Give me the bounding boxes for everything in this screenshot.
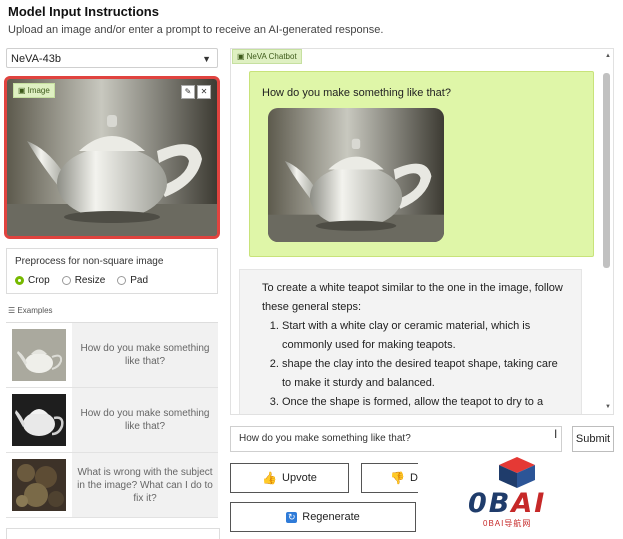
- scrollbar-thumb[interactable]: [603, 73, 610, 268]
- plant-thumbnail: [12, 459, 66, 511]
- edit-icon[interactable]: ✎: [181, 85, 195, 99]
- image-icon: ▣: [18, 86, 26, 95]
- scroll-down-icon[interactable]: ▼: [605, 404, 611, 410]
- page-title: Model Input Instructions: [8, 4, 159, 19]
- bot-step: Start with a white clay or ceramic mater…: [282, 317, 567, 355]
- chatbot-label-tag: ▣ NeVA Chatbot: [232, 49, 302, 64]
- chevron-down-icon: ▼: [202, 54, 211, 64]
- user-message: How do you make something like that?: [249, 71, 594, 257]
- examples-footer: [6, 528, 220, 539]
- watermark-caption: 0BAI导航网: [483, 519, 532, 528]
- radio-crop-indicator[interactable]: [15, 276, 24, 285]
- chat-icon: ▣: [237, 52, 245, 61]
- watermark-logo: 0BAI: [468, 488, 547, 519]
- radio-resize-indicator[interactable]: [61, 276, 71, 285]
- example-prompt[interactable]: What is wrong with the subject in the im…: [72, 453, 218, 517]
- thumbs-down-icon: 👎: [390, 471, 405, 485]
- radio-resize[interactable]: Resize: [61, 275, 105, 286]
- teapot-image: [268, 108, 444, 242]
- regenerate-button[interactable]: ↻ Regenerate: [230, 502, 416, 532]
- refresh-icon: ↻: [286, 511, 298, 523]
- teapot-image: [7, 79, 217, 236]
- example-row[interactable]: How do you make something like that?: [6, 388, 218, 453]
- example-row[interactable]: How do you make something like that?: [6, 323, 218, 388]
- preprocess-label: Preprocess for non-square image: [15, 256, 164, 267]
- thumbs-up-icon: 👍: [262, 471, 278, 485]
- model-select-value: NeVA-43b: [11, 53, 61, 65]
- submit-button[interactable]: Submit: [572, 426, 614, 452]
- upvote-button[interactable]: 👍 Upvote: [230, 463, 349, 493]
- bot-message-intro: To create a white teapot similar to the …: [262, 282, 563, 313]
- prompt-input[interactable]: How do you make something like that?: [230, 426, 562, 452]
- page-subtitle: Upload an image and/or enter a prompt to…: [8, 24, 384, 36]
- scroll-up-icon[interactable]: ▲: [605, 53, 611, 59]
- chatbot-panel: ▣ NeVA Chatbot How do you make something …: [230, 48, 614, 415]
- teapot-thumbnail: [12, 394, 66, 446]
- teapot-thumbnail: [12, 329, 66, 381]
- preprocess-panel: Preprocess for non-square image Crop Res…: [6, 248, 218, 294]
- close-icon[interactable]: ✕: [197, 85, 211, 99]
- example-thumbnail[interactable]: [6, 453, 72, 517]
- bot-step: Once the shape is formed, allow the teap…: [282, 393, 567, 414]
- user-message-text: How do you make something like that?: [262, 87, 451, 99]
- examples-table: How do you make something like that? How…: [6, 322, 218, 518]
- example-prompt[interactable]: How do you make something like that?: [72, 388, 218, 452]
- examples-label: ☰ Examples: [8, 306, 53, 315]
- text-cursor-icon: I: [554, 427, 558, 441]
- bot-step: shape the clay into the desired teapot s…: [282, 355, 567, 393]
- radio-pad-indicator[interactable]: [117, 276, 127, 285]
- example-thumbnail[interactable]: [6, 323, 72, 387]
- image-label-tag: ▣ Image: [13, 83, 55, 98]
- list-icon: ☰: [8, 306, 18, 315]
- radio-pad[interactable]: Pad: [117, 275, 148, 286]
- bot-message: To create a white teapot similar to the …: [239, 269, 582, 414]
- image-upload-panel[interactable]: ▣ Image ✎ ✕: [4, 76, 220, 239]
- example-row[interactable]: What is wrong with the subject in the im…: [6, 453, 218, 518]
- example-prompt[interactable]: How do you make something like that?: [72, 323, 218, 387]
- user-message-image: [268, 108, 444, 242]
- example-thumbnail[interactable]: [6, 388, 72, 452]
- radio-crop[interactable]: Crop: [15, 275, 50, 286]
- cube-logo-icon: [499, 457, 535, 488]
- model-select[interactable]: NeVA-43b ▼: [6, 48, 218, 68]
- bot-steps-list: Start with a white clay or ceramic mater…: [262, 317, 567, 414]
